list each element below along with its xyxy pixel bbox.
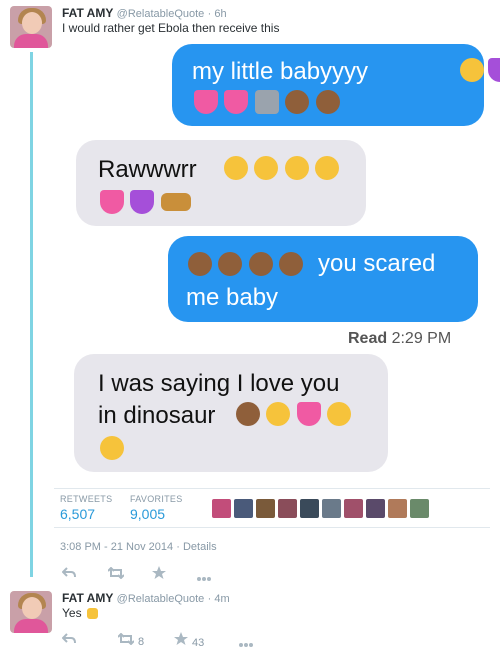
- smirk-face-icon: [315, 156, 340, 180]
- tweet-text: I would rather get Ebola then receive th…: [62, 21, 280, 35]
- see-no-evil-monkey-icon: [236, 402, 260, 426]
- smiling-face-icon: [224, 156, 248, 180]
- reply-author-row: FAT AMY @RelatableQuote · 4m: [62, 591, 230, 605]
- retweets-count[interactable]: 6,507: [60, 506, 112, 522]
- see-no-evil-monkey-icon: [188, 252, 212, 276]
- avatar[interactable]: [10, 6, 52, 48]
- smiling-face-with-heart-eyes-icon: [327, 402, 352, 426]
- timestamp-separator: ·: [176, 541, 180, 553]
- author-name[interactable]: FAT AMY: [62, 6, 113, 20]
- retweets-label: RETWEETS: [60, 494, 113, 504]
- tweet-author-row: FAT AMY @RelatableQuote · 6h: [62, 6, 227, 20]
- smiling-face-icon: [100, 436, 124, 460]
- message-text: my little babyyyy: [192, 58, 369, 85]
- message-text-line-2: in dinosaur: [98, 402, 216, 429]
- read-time: 2:29 PM: [391, 330, 452, 347]
- reply-actions: 8 43: [61, 632, 282, 651]
- leopard-icon: [160, 193, 191, 211]
- attached-text-screenshot[interactable]: my little babyyyy Rawwwrr you scared me …: [62, 40, 500, 480]
- tweet-time[interactable]: · 6h: [208, 8, 227, 20]
- message-text: Rawwwrr: [98, 156, 197, 183]
- heart-with-arrow-icon: [296, 402, 321, 426]
- timestamp-time[interactable]: 3:08 PM: [60, 541, 101, 553]
- timestamp-date[interactable]: 21 Nov 2014: [111, 541, 173, 553]
- tweet-time[interactable]: · 4m: [208, 593, 230, 605]
- purple-heart-icon: [488, 58, 500, 82]
- message-bubble-received: Rawwwrr: [76, 140, 366, 226]
- raised-hands-icon: [86, 608, 98, 620]
- author-name[interactable]: FAT AMY: [62, 591, 113, 605]
- message-text-line-1: you scared: [318, 250, 436, 277]
- retweet-icon[interactable]: [107, 566, 125, 582]
- heart-eyes-cat-icon: [266, 402, 291, 426]
- reply-tweet[interactable]: FAT AMY @RelatableQuote · 4m Yes: [10, 591, 490, 635]
- see-no-evil-monkey-icon: [315, 90, 340, 114]
- author-handle[interactable]: @RelatableQuote: [117, 8, 205, 20]
- growing-heart-icon: [194, 90, 218, 114]
- see-no-evil-monkey-icon: [285, 90, 310, 114]
- tweet-timestamp: 3:08 PM - 21 Nov 2014 · Details: [60, 541, 217, 553]
- reply-icon[interactable]: [61, 566, 76, 582]
- favoriter-avatar[interactable]: [366, 499, 385, 518]
- reply-text: Yes: [62, 606, 98, 620]
- timestamp-separator: -: [104, 541, 108, 553]
- growing-heart-icon: [224, 90, 249, 114]
- details-link[interactable]: Details: [183, 541, 217, 553]
- read-receipt: Read 2:29 PM: [348, 330, 451, 348]
- favoriter-avatar[interactable]: [234, 499, 253, 518]
- more-icon[interactable]: [196, 569, 212, 585]
- favoriter-avatar[interactable]: [300, 499, 319, 518]
- smiling-face-with-heart-eyes-icon: [460, 58, 484, 82]
- retweets-stat[interactable]: RETWEETS 6,507: [60, 494, 112, 522]
- see-no-evil-monkey-icon: [279, 252, 304, 276]
- favoriter-avatar[interactable]: [256, 499, 275, 518]
- message-bubble-sent: you scared me baby: [168, 236, 478, 322]
- favoriter-avatar[interactable]: [322, 499, 341, 518]
- author-handle[interactable]: @RelatableQuote: [117, 593, 205, 605]
- yum-face-icon: [254, 156, 279, 180]
- conversation-thread-line: [30, 52, 33, 577]
- reply-text-content: Yes: [62, 606, 82, 620]
- read-label: Read: [348, 330, 388, 347]
- reply-favorite-count: 43: [192, 637, 205, 649]
- tweet-stats: RETWEETS 6,507 FAVORITES 9,005: [54, 488, 490, 528]
- see-no-evil-monkey-icon: [218, 252, 243, 276]
- purple-heart-icon: [130, 190, 155, 214]
- favoriter-avatar[interactable]: [212, 499, 231, 518]
- favoriter-avatars: [212, 499, 432, 521]
- favoriter-avatar[interactable]: [278, 499, 297, 518]
- favoriter-avatar[interactable]: [344, 499, 363, 518]
- star-icon[interactable]: [152, 566, 166, 583]
- see-no-evil-monkey-icon: [248, 252, 273, 276]
- tweet-actions: [61, 566, 262, 585]
- message-text-line-1: I was saying I love you: [98, 370, 340, 397]
- reply-retweet-count: 8: [138, 636, 145, 648]
- message-bubble-sent: my little babyyyy: [172, 44, 500, 126]
- star-icon[interactable]: 43: [174, 632, 204, 649]
- retweet-icon[interactable]: 8: [117, 632, 145, 648]
- avatar[interactable]: [10, 591, 52, 633]
- favorites-count[interactable]: 9,005: [130, 506, 183, 522]
- sparkling-heart-icon: [100, 190, 124, 214]
- sunglasses-face-icon: [284, 156, 309, 180]
- ring-icon: [254, 90, 279, 114]
- favorites-stat[interactable]: FAVORITES 9,005: [130, 494, 183, 522]
- message-text-line-2: me baby: [186, 284, 279, 311]
- more-icon[interactable]: [238, 635, 254, 651]
- favorites-label: FAVORITES: [130, 494, 183, 504]
- favoriter-avatar[interactable]: [388, 499, 407, 518]
- message-bubble-received: I was saying I love you in dinosaur: [74, 354, 388, 472]
- reply-icon[interactable]: [61, 632, 76, 648]
- favoriter-avatar[interactable]: [410, 499, 429, 518]
